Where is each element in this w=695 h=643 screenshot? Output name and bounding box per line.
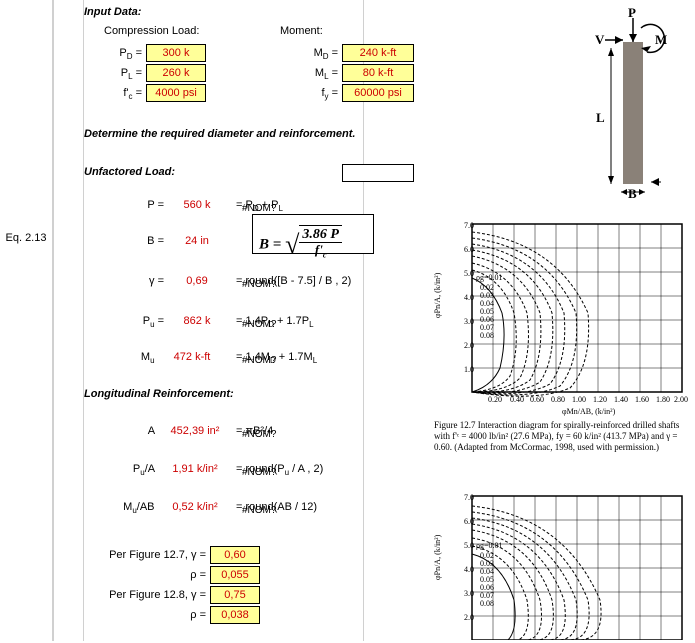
- calc-a: 452,39 in²: [158, 422, 232, 440]
- svg-text:3.0: 3.0: [464, 589, 474, 598]
- svg-text:φPn/A, (k/in²): φPn/A, (k/in²): [433, 272, 442, 318]
- input-ml[interactable]: 80 k-ft: [342, 64, 414, 82]
- calc-pua: 1,91 k/in²: [158, 460, 232, 478]
- formula-gamma: #NOM? = round([B - 7.5] / B , 2): [236, 272, 351, 290]
- svg-text:0.40: 0.40: [510, 395, 524, 404]
- formula-muab: #NOM? = round(AB / 12): [236, 498, 317, 516]
- svg-text:4.0: 4.0: [464, 293, 474, 302]
- calc-gamma: 0,69: [168, 272, 226, 290]
- svg-text:5.0: 5.0: [464, 541, 474, 550]
- calc-p: 560 k: [168, 196, 226, 214]
- label-per128: Per Figure 12.8, γ =: [84, 586, 206, 604]
- heading-unfactored: Unfactored Load:: [84, 166, 175, 178]
- formula-pua: #NOM? = round(Pu / A , 2): [236, 460, 323, 478]
- structural-diagram: P V M L B: [533, 8, 673, 188]
- svg-text:1.60: 1.60: [635, 395, 649, 404]
- svg-text:1.0: 1.0: [464, 365, 474, 374]
- label-rho2: ρ =: [84, 606, 206, 624]
- label-pu: Pu =: [84, 312, 164, 330]
- svg-text:0.20: 0.20: [488, 395, 502, 404]
- label-muab: Mu/AB =: [84, 498, 164, 516]
- equation-b: B = √3.86 Pf'c: [252, 214, 374, 254]
- formula-a: #NOM? = πB²/4: [236, 422, 273, 440]
- chart-figure-128: 7.0 6.0 5.0 4.0 3.0 2.0 φPn/A, (k/in²) ρg=0.0…: [432, 490, 688, 640]
- svg-text:5.0: 5.0: [464, 269, 474, 278]
- svg-text:1.40: 1.40: [614, 395, 628, 404]
- chart-figure-127: 7.0 6.0 5.0 4.0 3.0 2.0 1.0 0.20 0.40 0.60 0.80 1.…: [432, 218, 688, 448]
- label-per127: Per Figure 12.7, γ =: [84, 546, 206, 564]
- input-per127-gamma[interactable]: 0,60: [210, 546, 260, 564]
- empty-box: [342, 164, 414, 182]
- svg-text:0.80: 0.80: [551, 395, 565, 404]
- heading-input-data: Input Data:: [84, 6, 141, 18]
- input-pl[interactable]: 260 k: [146, 64, 206, 82]
- calc-pu: 862 k: [168, 312, 226, 330]
- input-rho2[interactable]: 0,038: [210, 606, 260, 624]
- svg-text:2.00: 2.00: [674, 395, 688, 404]
- svg-text:4.0: 4.0: [464, 565, 474, 574]
- svg-text:0.08: 0.08: [480, 599, 494, 608]
- heading-longitudinal: Longitudinal Reinforcement:: [84, 388, 234, 400]
- input-rho1[interactable]: 0,055: [210, 566, 260, 584]
- input-fy[interactable]: 60000 psi: [342, 84, 414, 102]
- svg-text:1.00: 1.00: [572, 395, 586, 404]
- svg-text:ρg=0.01: ρg=0.01: [476, 273, 503, 282]
- heading-determine: Determine the required diameter and rein…: [84, 128, 355, 140]
- svg-text:6.0: 6.0: [464, 517, 474, 526]
- formula-pu: #NOM? = 1.4PD + 1.7PL: [236, 312, 314, 330]
- svg-text:2.0: 2.0: [464, 341, 474, 350]
- svg-text:φMn/AB, (k/in²): φMn/AB, (k/in²): [562, 407, 616, 416]
- input-fc[interactable]: 4000 psi: [146, 84, 206, 102]
- input-md[interactable]: 240 k-ft: [342, 44, 414, 62]
- eq-ref: Eq. 2.13: [0, 232, 52, 244]
- label-rho1: ρ =: [84, 566, 206, 584]
- svg-text:1.80: 1.80: [656, 395, 670, 404]
- svg-text:3.0: 3.0: [464, 317, 474, 326]
- formula-mu: #NOM? = 1.4MD + 1.7ML: [236, 348, 317, 366]
- label-gamma: γ =: [84, 272, 164, 290]
- svg-text:φPn/A, (k/in²): φPn/A, (k/in²): [433, 534, 442, 580]
- svg-text:2.0: 2.0: [464, 613, 474, 622]
- label-p: P =: [84, 196, 164, 214]
- calc-mu: 472 k-ft: [158, 348, 226, 366]
- svg-text:0.08: 0.08: [480, 331, 494, 340]
- label-pua: Pu/A =: [84, 460, 164, 478]
- input-per128-gamma[interactable]: 0,75: [210, 586, 260, 604]
- svg-text:7.0: 7.0: [464, 221, 474, 230]
- label-mu: Mu =: [84, 348, 164, 366]
- calc-muab: 0,52 k/in²: [158, 498, 232, 516]
- svg-text:7.0: 7.0: [464, 493, 474, 502]
- calc-b: 24 in: [168, 232, 226, 250]
- chart-caption: Figure 12.7 Interaction diagram for spir…: [434, 420, 686, 453]
- label-b: B =: [84, 232, 164, 250]
- heading-moment: Moment:: [280, 25, 323, 37]
- svg-text:ρg=0.01: ρg=0.01: [476, 541, 503, 550]
- formula-p: #NOM? = PD + PL: [236, 196, 283, 214]
- input-pd[interactable]: 300 k: [146, 44, 206, 62]
- svg-text:6.0: 6.0: [464, 245, 474, 254]
- svg-text:1.20: 1.20: [593, 395, 607, 404]
- label-a: A =: [84, 422, 164, 440]
- heading-compression-load: Compression Load:: [104, 25, 199, 37]
- svg-text:0.60: 0.60: [530, 395, 544, 404]
